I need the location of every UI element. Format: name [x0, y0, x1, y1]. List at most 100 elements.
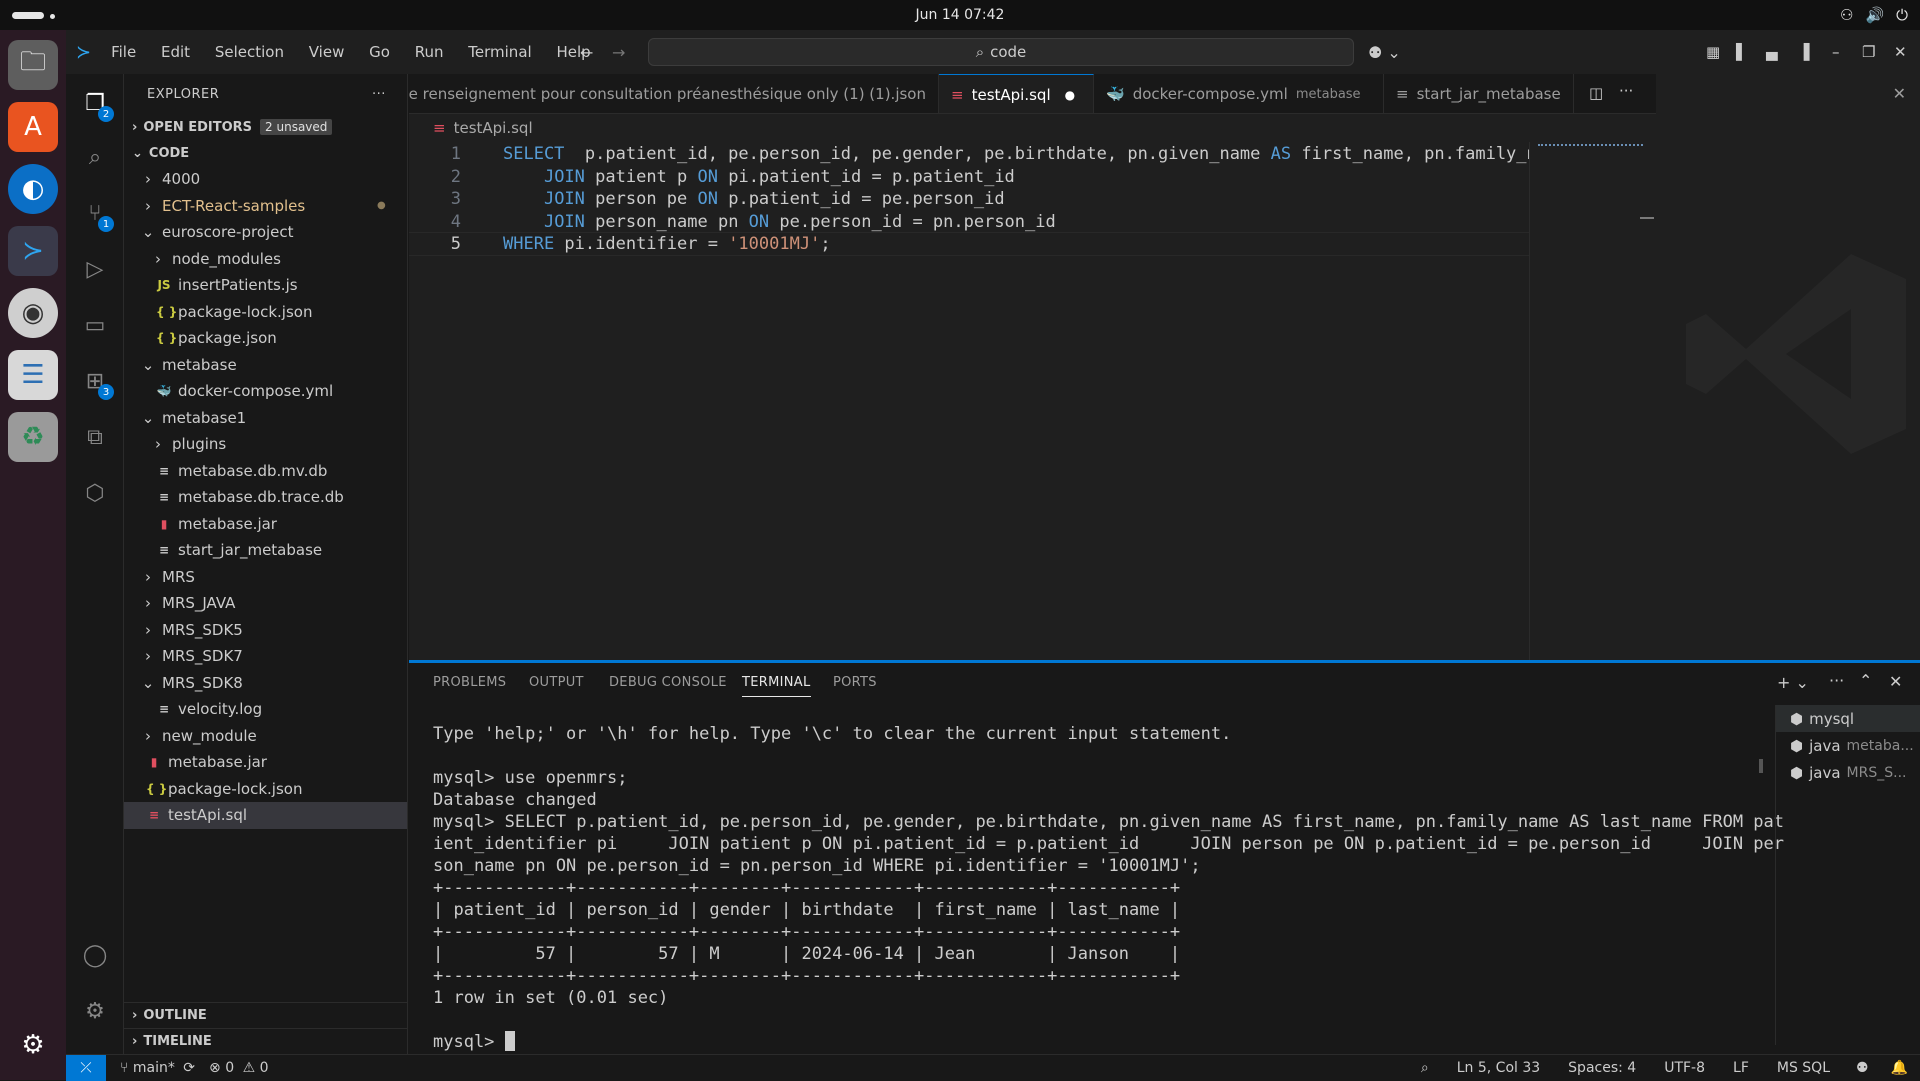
tree-file[interactable]: { } package-lock.json	[124, 776, 407, 803]
tree-file[interactable]: ≡ metabase.db.mv.db	[124, 458, 407, 485]
search-view-icon[interactable]: ⌕	[80, 142, 110, 172]
timeline-section[interactable]: › TIMELINE	[124, 1028, 408, 1054]
tree-folder[interactable]: ⌄ metabase1	[124, 405, 407, 432]
tree-folder[interactable]: ⌄ metabase	[124, 352, 407, 379]
panel-tab-ports[interactable]: PORTS	[833, 675, 877, 690]
code-editor[interactable]: 1 SELECT p.patient_id, pe.person_id, pe.g…	[409, 142, 1529, 660]
menu-view[interactable]: View	[309, 43, 345, 61]
tree-folder[interactable]: › MRS_SDK7	[124, 643, 407, 670]
notifications-bell-icon[interactable]: 🔔	[1891, 1060, 1908, 1076]
power-icon[interactable]: ⏻	[1896, 6, 1908, 24]
tree-folder[interactable]: ⌄ euroscore-project	[124, 219, 407, 246]
problems-indicator[interactable]: ⊗ 0 ⚠ 0	[209, 1060, 269, 1076]
toggle-secondary-sidebar-icon[interactable]: ▐	[1798, 43, 1810, 61]
tab-docker-compose[interactable]: 🐳 docker-compose.yml metabase	[1094, 74, 1384, 113]
disc-icon[interactable]: ◉	[8, 288, 58, 338]
app-center-icon[interactable]: A	[8, 102, 58, 152]
unsaved-dot-icon[interactable]: ●	[1065, 88, 1075, 102]
encoding[interactable]: UTF-8	[1664, 1060, 1705, 1076]
end-of-line[interactable]: LF	[1733, 1060, 1749, 1076]
editor-more-icon[interactable]: ···	[1619, 82, 1633, 100]
show-apps-icon[interactable]: ⚙	[8, 1020, 58, 1070]
volume-icon[interactable]: 🔊	[1865, 6, 1884, 24]
zoom-icon[interactable]: ⌕	[1421, 1060, 1429, 1076]
tree-folder[interactable]: › node_modules	[124, 246, 407, 273]
toggle-sidebar-icon[interactable]: ▌	[1736, 43, 1748, 61]
edge-browser-icon[interactable]: ◐	[8, 164, 58, 214]
back-arrow-icon[interactable]: ←	[580, 43, 593, 62]
terminal-instance[interactable]: ⬢ java metaba...	[1776, 732, 1920, 759]
terminal-output[interactable]: Type 'help;' or '\h' for help. Type '\c'…	[433, 723, 1793, 1053]
language-mode[interactable]: MS SQL	[1777, 1060, 1830, 1076]
minimap[interactable]	[1529, 142, 1656, 660]
tree-file[interactable]: ≡ metabase.db.trace.db	[124, 484, 407, 511]
toggle-panel-icon[interactable]: ▄	[1766, 43, 1778, 61]
close-window-icon[interactable]: ✕	[1894, 43, 1907, 61]
tab-start-jar-metabase[interactable]: ≡ start_jar_metabase	[1384, 74, 1574, 113]
tree-folder[interactable]: › plugins	[124, 431, 407, 458]
code-line[interactable]: 1 SELECT p.patient_id, pe.person_id, pe.g…	[409, 143, 1529, 165]
manage-gear-icon[interactable]: ⚙	[80, 996, 110, 1026]
restore-icon[interactable]: ❐	[1862, 43, 1875, 61]
cursor-position[interactable]: Ln 5, Col 33	[1457, 1060, 1540, 1076]
command-center-search[interactable]: ⌕ code	[648, 38, 1354, 66]
vscode-app-icon[interactable]: ≻	[8, 226, 58, 276]
customize-layout-icon[interactable]: ▦	[1706, 43, 1720, 61]
clock[interactable]: Jun 14 07:42	[916, 7, 1005, 23]
code-line[interactable]: 2 JOIN patient p ON pi.patient_id = p.pa…	[409, 166, 1529, 188]
remote-indicator-icon[interactable]: ⤫	[66, 1054, 106, 1081]
extensions-icon[interactable]: ⊞ 3	[80, 366, 114, 400]
tree-folder[interactable]: › new_module	[124, 723, 407, 750]
files-app-icon[interactable]: 🗀	[8, 40, 58, 90]
copilot-icon[interactable]: ⚉ ⌄	[1368, 43, 1401, 62]
minimize-icon[interactable]: –	[1832, 43, 1840, 61]
terminal-instance[interactable]: ⬢ java MRS_S...	[1776, 759, 1920, 786]
tree-folder[interactable]: ⌄ MRS_SDK8	[124, 670, 407, 697]
maximize-panel-icon[interactable]: ⌃	[1859, 671, 1872, 690]
remote-explorer-icon[interactable]: ▭	[80, 310, 110, 340]
containers-icon[interactable]: ⬡	[80, 478, 110, 508]
menu-file[interactable]: File	[111, 43, 136, 61]
code-line[interactable]: 3 JOIN person pe ON p.patient_id = pe.pe…	[409, 188, 1529, 210]
indentation[interactable]: Spaces: 4	[1568, 1060, 1636, 1076]
tree-folder[interactable]: › ECT-React-samples ●	[124, 193, 407, 220]
tree-file[interactable]: ≡ testApi.sql	[124, 802, 407, 829]
trash-icon[interactable]: ♻	[8, 412, 58, 462]
accounts-icon[interactable]: ◯	[80, 940, 110, 970]
more-actions-icon[interactable]: ···	[372, 87, 386, 102]
tree-file[interactable]: ▮ metabase.jar	[124, 511, 407, 538]
tree-folder[interactable]: › MRS_JAVA	[124, 590, 407, 617]
explorer-icon[interactable]: ❐ 2	[80, 88, 114, 122]
tree-folder[interactable]: › 4000	[124, 166, 407, 193]
menu-run[interactable]: Run	[415, 43, 444, 61]
outline-section[interactable]: › OUTLINE	[124, 1002, 408, 1028]
close-pane-icon[interactable]: ✕	[1893, 84, 1906, 103]
new-terminal-icon[interactable]: + ⌄	[1777, 673, 1809, 692]
terminal-prompt-line[interactable]: mysql>	[433, 1031, 1793, 1053]
code-line[interactable]: 5 WHERE pi.identifier = '10001MJ';	[409, 232, 1529, 257]
code-line[interactable]: 4 JOIN person_name pn ON pe.person_id = …	[409, 211, 1529, 233]
terminal-scrollbar[interactable]	[1759, 713, 1763, 1053]
terminal-instance[interactable]: ⬢ mysql	[1776, 705, 1920, 732]
open-editors-section[interactable]: › OPEN EDITORS 2 unsaved	[124, 114, 407, 140]
network-icon[interactable]: ⚇	[1840, 6, 1853, 24]
tree-file[interactable]: { } package-lock.json	[124, 299, 407, 326]
text-editor-icon[interactable]: ☰	[8, 350, 58, 400]
menu-go[interactable]: Go	[369, 43, 390, 61]
menu-selection[interactable]: Selection	[215, 43, 284, 61]
breadcrumb-file[interactable]: testApi.sql	[454, 119, 533, 137]
database-explorer-icon[interactable]: ⧉	[80, 422, 110, 452]
branch-indicator[interactable]: ⑂ main* ⟳	[120, 1060, 195, 1076]
panel-tab-problems[interactable]: PROBLEMS	[433, 675, 506, 690]
sync-icon[interactable]: ⟳	[183, 1060, 195, 1076]
tree-file[interactable]: ≡ start_jar_metabase	[124, 537, 407, 564]
panel-tab-debug-console[interactable]: DEBUG CONSOLE	[609, 675, 727, 690]
source-control-icon[interactable]: ⑂ 1	[80, 198, 114, 232]
split-editor-icon[interactable]: ◫	[1589, 84, 1603, 102]
tab-json-form[interactable]: e de renseignement pour consultation pré…	[409, 74, 939, 113]
forward-arrow-icon[interactable]: →	[612, 43, 625, 62]
menu-terminal[interactable]: Terminal	[468, 43, 531, 61]
tab-testapi-sql[interactable]: ≡ testApi.sql ●	[939, 74, 1094, 113]
menu-edit[interactable]: Edit	[161, 43, 190, 61]
tree-folder[interactable]: › MRS_SDK5	[124, 617, 407, 644]
